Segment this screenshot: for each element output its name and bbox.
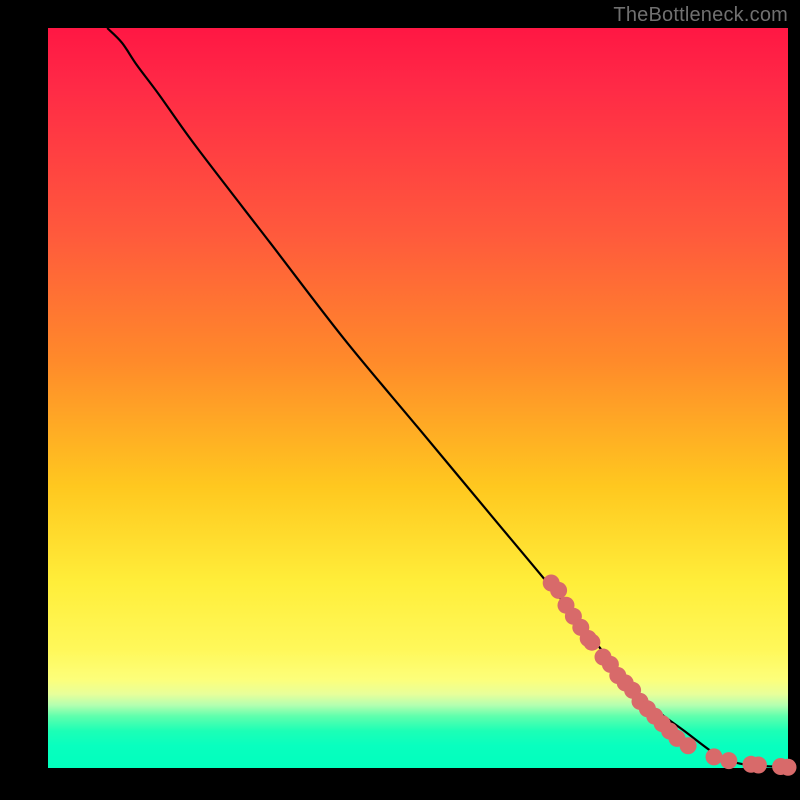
attribution-text: TheBottleneck.com bbox=[613, 4, 788, 27]
chart-frame: TheBottleneck.com bbox=[0, 0, 800, 800]
data-point bbox=[583, 634, 600, 651]
data-point bbox=[706, 748, 723, 765]
plot-area bbox=[48, 28, 788, 768]
data-point bbox=[780, 759, 797, 776]
data-point bbox=[720, 752, 737, 769]
chart-svg bbox=[48, 28, 788, 768]
curve-line bbox=[107, 28, 788, 767]
data-point bbox=[750, 757, 767, 774]
curve-path bbox=[107, 28, 788, 767]
scatter-points bbox=[543, 575, 797, 776]
data-point bbox=[680, 737, 697, 754]
data-point bbox=[550, 582, 567, 599]
